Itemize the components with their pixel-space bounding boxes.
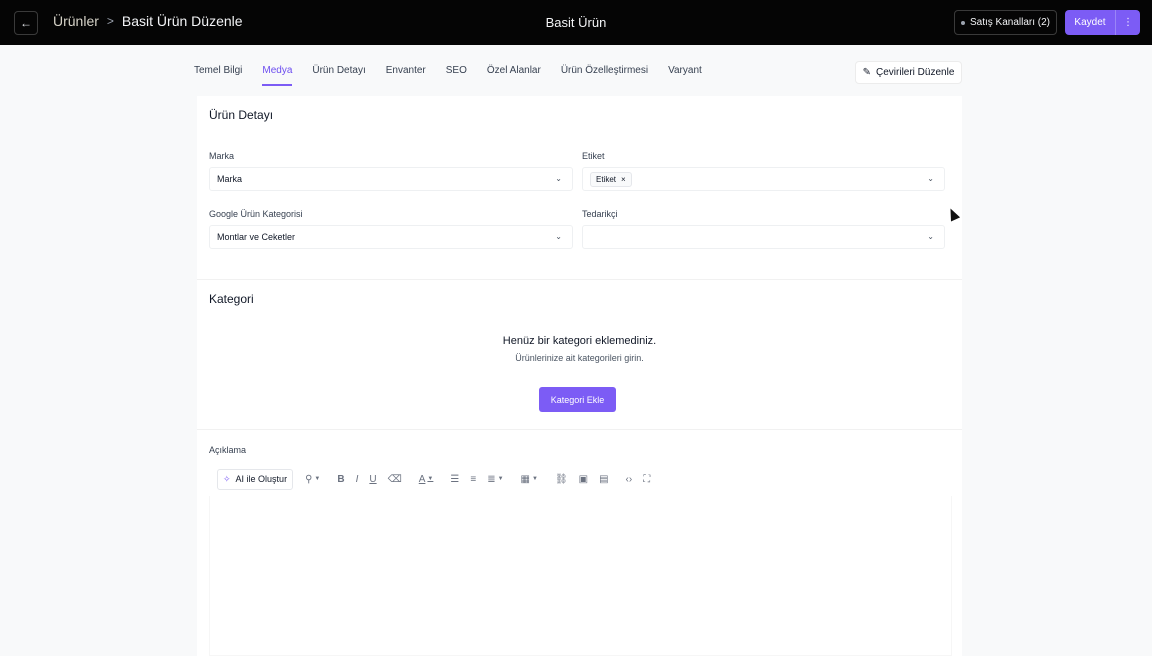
tab-urun-ozellestirmesi[interactable]: Ürün Özelleştirmesi [561,65,648,86]
underline-icon[interactable]: U [369,474,376,485]
table-icon[interactable]: ▦ ▼ [521,474,538,485]
video-icon[interactable]: ▤ [599,474,608,485]
code-icon[interactable]: ‹› [626,474,633,485]
section-divider [197,279,962,280]
tab-ozel-alanlar[interactable]: Özel Alanlar [487,65,541,86]
tab-urun-detayi[interactable]: Ürün Detayı [312,65,365,86]
brand-label: Marka [209,151,235,161]
close-icon[interactable]: × [621,175,626,184]
chevron-down-icon: ⌄ [555,232,562,241]
product-detail-title: Ürün Detayı [209,108,274,122]
bullet-list-icon[interactable]: ☰ [450,474,459,485]
breadcrumb-separator: > [106,14,114,28]
more-vertical-icon[interactable]: ⋮ [1115,10,1140,35]
add-category-button[interactable]: Kategori Ekle [539,387,616,412]
pencil-icon: ✎ [862,67,872,78]
link-icon[interactable]: ⛓ [555,474,568,485]
breadcrumb-parent[interactable]: Ürünler [53,13,99,29]
italic-icon[interactable]: I [356,474,359,485]
category-empty-title: Henüz bir kategori eklemediniz. [502,335,657,347]
back-button[interactable]: ← [14,11,38,35]
category-empty-subtitle: Ürünlerinize ait kategorileri girin. [515,353,644,363]
tag-label: Etiket [582,151,605,161]
supplier-select[interactable]: ⌄ [582,225,945,249]
top-bar: ← Ürünler > Basit Ürün Düzenle Basit Ürü… [0,0,1152,45]
ai-generate-button[interactable]: ✧ AI ile Oluştur [217,468,294,490]
bold-icon[interactable]: B [337,474,344,485]
text-color-icon[interactable]: A ▼ [419,474,434,485]
section-divider [197,429,962,430]
editor-toolbar: ✧ AI ile Oluştur ⚲ ▼ B I U ⌫ A ▼ ☰ ≡ ≣ ▼ ▦ ▼… [217,468,661,490]
google-category-value: Montlar ve Ceketler [217,232,296,242]
tag-chip-label: Etiket [596,174,617,184]
chevron-down-icon: ⌄ [555,174,562,183]
tab-medya[interactable]: Medya [262,65,293,86]
breadcrumb: Ürünler > Basit Ürün Düzenle [53,13,243,29]
ai-generate-label: AI ile Oluştur [235,474,288,484]
sales-channels-button[interactable]: Satış Kanalları (2) [954,10,1057,35]
product-detail-card: Ürün Detayı Marka Marka ⌄ Etiket Etiket … [197,96,962,656]
tab-varyant[interactable]: Varyant [668,65,702,86]
sparkles-icon: ✧ [223,473,231,484]
chevron-down-icon: ⌄ [927,174,934,183]
category-title: Kategori [209,292,254,306]
chevron-down-icon: ⌄ [927,232,934,241]
arrow-left-icon: ← [20,16,32,30]
tab-envanter[interactable]: Envanter [386,65,426,86]
tab-bar: Temel Bilgi Medya Ürün Detayı Envanter S… [194,65,722,86]
fullscreen-icon[interactable]: ⛶ [643,474,650,485]
edit-translations-button[interactable]: ✎ Çevirileri Düzenle [855,61,962,84]
save-button[interactable]: Kaydet [1065,17,1115,28]
sales-channels-label: Satış Kanalları (2) [969,17,1051,28]
image-icon[interactable]: ▣ [579,474,588,485]
tab-seo[interactable]: SEO [446,65,467,86]
magic-wand-icon[interactable]: ⚲ ▼ [305,474,320,485]
align-icon[interactable]: ≣ ▼ [487,474,503,485]
tag-select[interactable]: Etiket × ⌄ [582,167,945,191]
google-category-label: Google Ürün Kategorisi [209,209,303,219]
brand-value: Marka [217,174,243,184]
save-button-group: Kaydet ⋮ [1065,10,1140,35]
breadcrumb-current: Basit Ürün Düzenle [121,13,243,29]
eraser-icon[interactable]: ⌫ [388,474,402,485]
tab-temel-bilgi[interactable]: Temel Bilgi [194,65,242,86]
channel-dot-icon [960,20,965,25]
tag-chip: Etiket × [590,171,632,187]
description-editor[interactable] [209,496,952,656]
brand-select[interactable]: Marka ⌄ [209,167,573,191]
supplier-label: Tedarikçi [582,209,618,219]
numbered-list-icon[interactable]: ≡ [470,474,476,485]
description-label: Açıklama [209,445,247,455]
google-category-select[interactable]: Montlar ve Ceketler ⌄ [209,225,573,249]
edit-translations-label: Çevirileri Düzenle [876,67,955,78]
